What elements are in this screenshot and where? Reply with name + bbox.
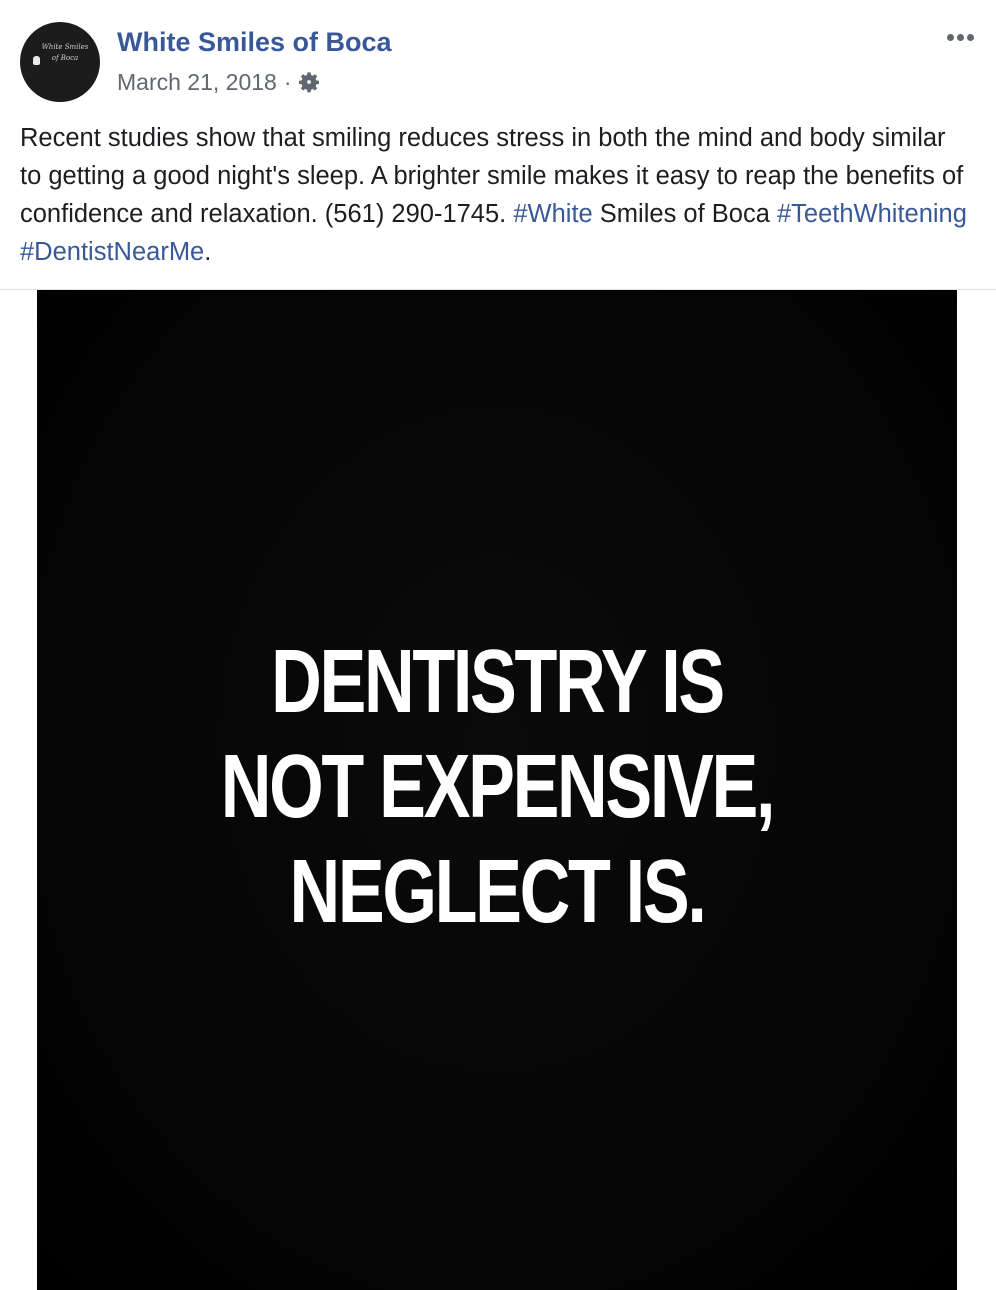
avatar-logo-text: White Smiles of Boca	[34, 42, 96, 64]
page-avatar[interactable]: White Smiles of Boca	[20, 22, 100, 102]
quote-line-3: NEGLECT IS.	[289, 842, 706, 942]
post-header: White Smiles of Boca White Smiles of Boc…	[0, 0, 996, 110]
hashtag-teethwhitening-link[interactable]: #TeethWhitening	[777, 200, 967, 228]
post-text-middle: Smiles of Boca	[592, 200, 777, 228]
post-date-link[interactable]: March 21, 2018	[117, 69, 277, 96]
more-dot	[956, 33, 964, 41]
quote-line-1: DENTISTRY IS	[271, 632, 725, 732]
more-options-icon[interactable]	[940, 28, 980, 46]
page-name-link[interactable]: White Smiles of Boca	[117, 27, 392, 58]
post-meta: March 21, 2018 ·	[117, 67, 320, 97]
more-dot	[946, 33, 954, 41]
meta-separator: ·	[283, 68, 292, 95]
hashtag-dentistnearme-link[interactable]: #DentistNearMe	[20, 238, 204, 266]
more-dot	[966, 33, 974, 41]
post-body-text: Recent studies show that smiling reduces…	[20, 119, 970, 271]
facebook-post: White Smiles of Boca White Smiles of Boc…	[0, 0, 996, 1290]
avatar-logo-line2: of Boca	[51, 54, 79, 62]
image-quote-text: DENTISTRY IS NOT EXPENSIVE, NEGLECT IS.	[138, 630, 856, 945]
post-image-frame: DENTISTRY IS NOT EXPENSIVE, NEGLECT IS.	[0, 290, 996, 1290]
hashtag-white-link[interactable]: #White	[513, 200, 592, 228]
gear-icon[interactable]	[298, 71, 320, 93]
avatar-logo-line1: White Smiles	[41, 43, 89, 51]
post-image[interactable]: DENTISTRY IS NOT EXPENSIVE, NEGLECT IS.	[37, 290, 957, 1290]
quote-line-2: NOT EXPENSIVE,	[220, 737, 776, 837]
post-text-end: .	[204, 238, 212, 266]
